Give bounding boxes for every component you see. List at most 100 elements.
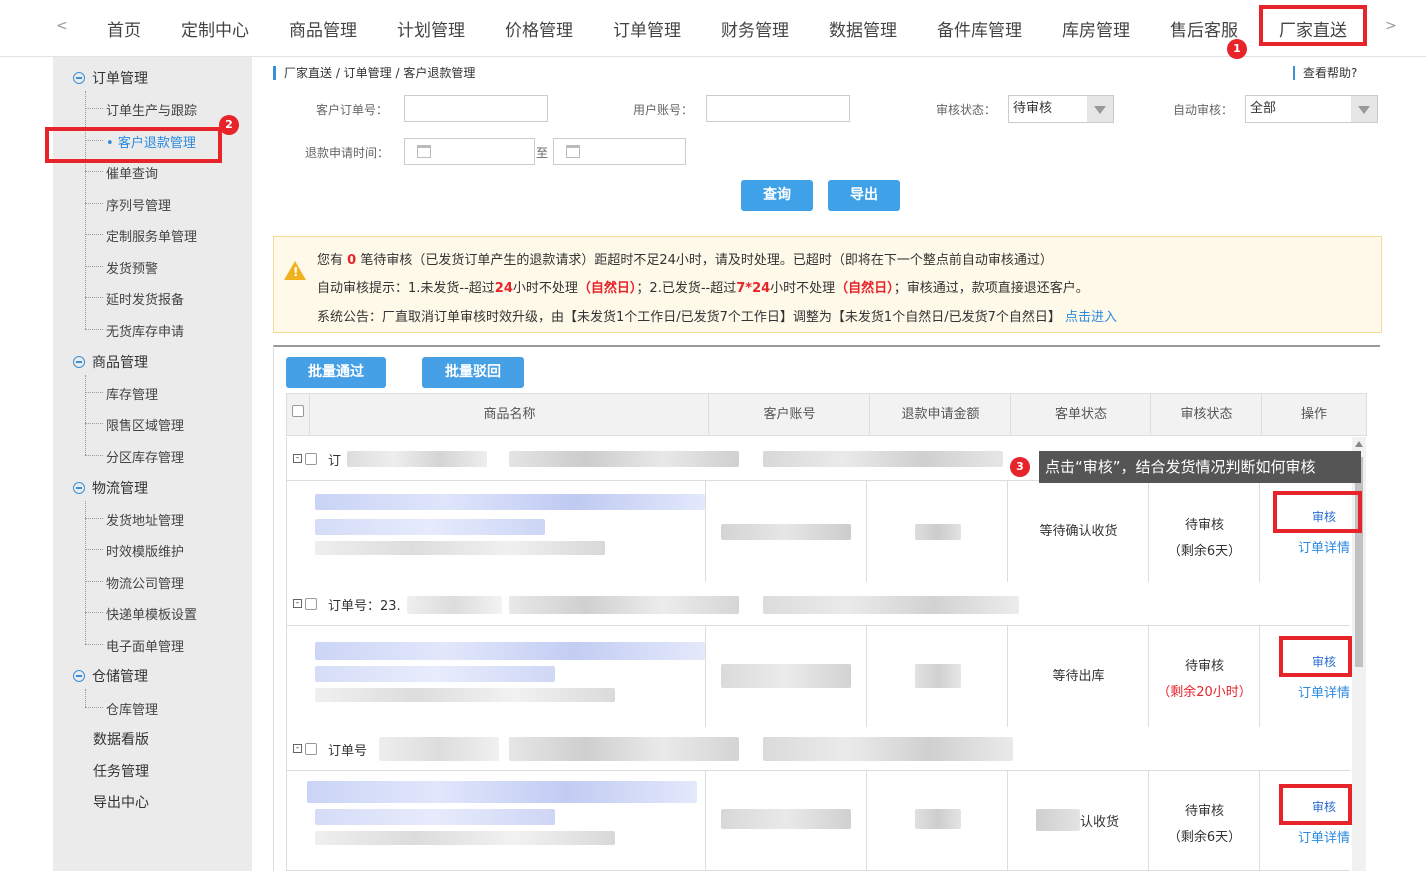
sidebar-item-delay[interactable]: 延时发货报备 — [106, 289, 184, 308]
sidebar-item-urge[interactable]: 催单查询 — [106, 163, 158, 182]
blurred-amount — [915, 664, 961, 688]
sidebar-item-production[interactable]: 订单生产与跟踪 — [106, 100, 197, 119]
notice-highlight: 7*24 — [736, 281, 771, 296]
order-detail-link[interactable]: 订单详情 — [1298, 682, 1350, 701]
collapse-icon — [73, 356, 85, 368]
sidebar-item-nostock[interactable]: 无货库存申请 — [106, 321, 184, 340]
blurred-amount — [915, 524, 961, 540]
audit-status-text: 待审核 — [1184, 804, 1224, 819]
tree-line — [85, 501, 86, 644]
blurred-order-info — [509, 451, 739, 467]
select-all-checkbox[interactable] — [292, 405, 304, 417]
tree-tick — [85, 108, 103, 109]
sidebar-item-tasks[interactable]: 任务管理 — [93, 761, 149, 781]
row-checkbox[interactable] — [305, 598, 317, 610]
refund-start-date[interactable] — [404, 138, 535, 165]
notice-text: 自动审核提示：1.未发货--超过 — [317, 281, 495, 296]
nav-item-order[interactable]: 订单管理 — [613, 16, 681, 41]
sidebar-item-restrict[interactable]: 限售区域管理 — [106, 415, 184, 434]
nav-item-finance[interactable]: 财务管理 — [721, 16, 789, 41]
sidebar-group-goods[interactable]: 商品管理 — [73, 352, 148, 372]
sidebar-item-export-center[interactable]: 导出中心 — [93, 792, 149, 812]
tree-tick — [85, 266, 103, 267]
export-button[interactable]: 导出 — [828, 180, 900, 211]
sidebar-group-label: 物流管理 — [92, 481, 148, 497]
audit-status-cell: 待审核 （剩余6天） — [1148, 481, 1260, 582]
row-checkbox[interactable] — [305, 453, 317, 465]
nav-item-plan[interactable]: 计划管理 — [397, 16, 465, 41]
expand-icon[interactable]: - — [293, 744, 302, 753]
nav-prev-arrow[interactable]: < — [56, 18, 68, 34]
order-detail-link[interactable]: 订单详情 — [1298, 537, 1350, 556]
batch-reject-button[interactable]: 批量驳回 — [422, 357, 524, 388]
sidebar-item-carrier[interactable]: 物流公司管理 — [106, 573, 184, 592]
order-number-label: 订 — [328, 454, 342, 469]
notice-text: ；审核通过，款项直接退还客户。 — [893, 281, 1089, 296]
notice-line-3: 系统公告：厂直取消订单审核时效升级，由【未发货1个工作日/已发货7个工作日】调整… — [317, 306, 1117, 325]
tree-tick — [85, 455, 103, 456]
nav-item-data[interactable]: 数据管理 — [829, 16, 897, 41]
sidebar-group-logistics[interactable]: 物流管理 — [73, 478, 148, 498]
sidebar-item-custom-service[interactable]: 定制服务单管理 — [106, 226, 197, 245]
warning-icon: ! — [284, 261, 306, 280]
nav-item-home[interactable]: 首页 — [107, 16, 141, 41]
tree-tick — [85, 581, 103, 582]
order-detail-link[interactable]: 订单详情 — [1298, 827, 1350, 846]
user-account-input[interactable] — [706, 95, 850, 122]
help-link[interactable]: 查看帮助? — [1293, 66, 1357, 80]
sidebar-item-ship-warning[interactable]: 发货预警 — [106, 258, 158, 277]
sidebar-item-depot[interactable]: 仓库管理 — [106, 699, 158, 718]
account-cell — [705, 771, 867, 871]
batch-pass-button[interactable]: 批量通过 — [286, 357, 386, 388]
notice-line-2: 自动审核提示：1.未发货--超过24小时不处理（自然日）；2.已发货--超过7*… — [317, 277, 1089, 296]
blurred-account — [721, 524, 851, 540]
order-status-text: 认收货 — [1080, 815, 1120, 830]
blurred-product-sku — [315, 688, 615, 702]
tree-tick — [85, 518, 103, 519]
step-marker-1: 1 — [1227, 39, 1247, 59]
tree-tick — [85, 203, 103, 204]
nav-next-arrow[interactable]: > — [1385, 18, 1397, 34]
refund-end-date[interactable] — [553, 138, 686, 165]
notice-text: 系统公告：厂直取消订单审核时效升级，由【未发货1个工作日/已发货7个工作日】调整… — [317, 310, 1061, 325]
col-account: 客户账号 — [708, 394, 870, 435]
scrollbar-thumb[interactable] — [1355, 457, 1363, 667]
sidebar-group-order[interactable]: 订单管理 — [73, 68, 148, 88]
order-no-input[interactable] — [404, 95, 548, 122]
nav-item-price[interactable]: 价格管理 — [505, 16, 573, 41]
nav-item-custom[interactable]: 定制中心 — [181, 16, 249, 41]
sidebar-item-serial[interactable]: 序列号管理 — [106, 195, 171, 214]
table-row: 等待确认收货 待审核 （剩余6天） 审核 订单详情 — [286, 481, 1350, 583]
blurred-account — [721, 664, 851, 688]
tree-tick — [85, 171, 103, 172]
sidebar-group-storage[interactable]: 仓储管理 — [73, 666, 148, 686]
row-checkbox[interactable] — [305, 743, 317, 755]
audit-status-select[interactable]: 待审核 — [1008, 95, 1114, 123]
remaining-time: （剩余6天） — [1167, 830, 1242, 845]
sidebar-item-stock[interactable]: 库存管理 — [106, 384, 158, 403]
sidebar-item-ship-address[interactable]: 发货地址管理 — [106, 510, 184, 529]
expand-icon[interactable]: - — [293, 599, 302, 608]
sidebar-item-waybill-template[interactable]: 快递单模板设置 — [106, 604, 197, 623]
remaining-time: （剩余6天） — [1167, 544, 1242, 559]
sidebar-item-zone-stock[interactable]: 分区库存管理 — [106, 447, 184, 466]
notice-text: 笔待审核（已发货订单产生的退款请求）距超时不足24小时，请及时处理。已超时（即将… — [356, 253, 1053, 268]
collapse-icon — [73, 670, 85, 682]
nav-item-warehouse[interactable]: 库房管理 — [1062, 16, 1130, 41]
tree-line — [85, 689, 86, 707]
nav-item-aftersale[interactable]: 售后客服 — [1170, 16, 1238, 41]
blurred-product-name — [307, 781, 697, 803]
notice-link[interactable]: 点击进入 — [1065, 310, 1117, 325]
scroll-up-arrow-icon[interactable] — [1355, 441, 1363, 447]
expand-icon[interactable]: - — [293, 454, 302, 463]
nav-item-goods[interactable]: 商品管理 — [289, 16, 357, 41]
query-button[interactable]: 查询 — [741, 180, 813, 211]
sidebar-group-label: 商品管理 — [92, 355, 148, 371]
tooltip-callout: 点击“审核”，结合发货情况判断如何审核 — [1039, 451, 1361, 483]
auto-audit-select[interactable]: 全部 — [1245, 95, 1378, 123]
sidebar-item-dashboard[interactable]: 数据看版 — [93, 729, 149, 749]
nav-item-spare[interactable]: 备件库管理 — [937, 16, 1022, 41]
audit-status-value: 待审核 — [1013, 101, 1053, 116]
sidebar-item-timeliness[interactable]: 时效模版维护 — [106, 541, 184, 560]
sidebar-item-e-waybill[interactable]: 电子面单管理 — [106, 636, 184, 655]
